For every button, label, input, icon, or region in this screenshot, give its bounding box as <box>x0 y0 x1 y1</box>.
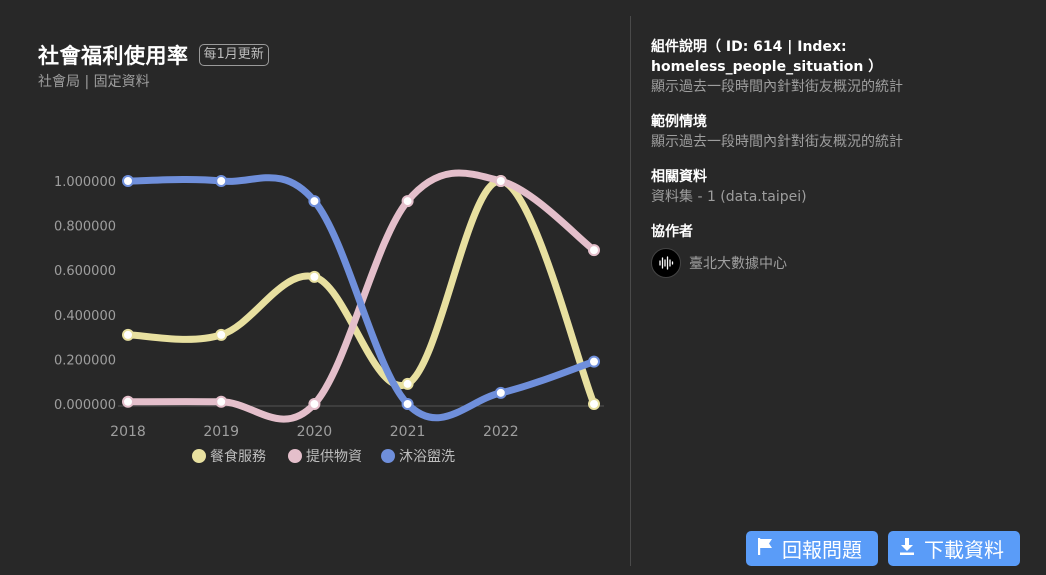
report-issue-button[interactable]: 回報問題 <box>746 531 878 566</box>
download-data-label: 下載資料 <box>924 538 1004 562</box>
data-point <box>308 195 321 208</box>
data-point <box>122 175 134 187</box>
data-point <box>122 395 134 408</box>
related-data-link[interactable]: 資料集 - 1 (data.taipei) <box>651 187 1031 207</box>
data-point <box>494 386 507 399</box>
report-issue-label: 回報問題 <box>782 538 862 562</box>
data-point <box>215 175 228 187</box>
download-icon <box>896 535 918 562</box>
x-tick-label: 2018 <box>110 424 146 440</box>
data-point <box>215 328 228 341</box>
y-tick-label: 1.000000 <box>54 175 116 190</box>
component-info-section: 組件說明（ ID: 614 | Index: homeless_people_s… <box>651 37 1031 97</box>
info-sidebar: 組件說明（ ID: 614 | Index: homeless_people_s… <box>651 37 1031 293</box>
legend-marker <box>288 449 302 463</box>
y-tick-label: 0.200000 <box>54 353 116 368</box>
scenario-section: 範例情境 顯示過去一段時間內針對街友概況的統計 <box>651 112 1031 152</box>
data-point <box>308 398 321 410</box>
legend-label: 提供物資 <box>306 449 362 465</box>
series-line <box>124 177 598 408</box>
legend-label: 沐浴盥洗 <box>399 449 455 465</box>
data-point <box>588 244 600 257</box>
component-info-title: 組件說明（ ID: 614 | Index: homeless_people_s… <box>651 39 883 75</box>
data-point <box>494 175 507 187</box>
data-point <box>588 355 600 368</box>
x-tick-label: 2022 <box>483 424 519 440</box>
data-point <box>401 377 414 390</box>
flag-icon <box>754 535 776 562</box>
contributor-logo-icon <box>651 248 681 278</box>
y-tick-label: 0.600000 <box>54 264 116 279</box>
x-tick-label: 2021 <box>390 424 426 440</box>
legend-marker <box>192 449 206 463</box>
x-tick-label: 2019 <box>203 424 239 440</box>
contributor-name: 臺北大數據中心 <box>689 256 787 272</box>
download-data-button[interactable]: 下載資料 <box>888 531 1020 566</box>
legend-label: 餐食服務 <box>210 448 266 465</box>
legend-marker <box>381 449 395 463</box>
data-point <box>122 328 134 341</box>
related-data-title: 相關資料 <box>651 169 707 185</box>
y-tick-label: 0.400000 <box>54 309 116 324</box>
line-chart: 0.000000 0.200000 0.400000 0.600000 0.800000… <box>54 169 604 465</box>
scenario-desc: 顯示過去一段時間內針對街友概況的統計 <box>651 134 903 150</box>
x-tick-label: 2020 <box>297 424 333 440</box>
related-data-section: 相關資料 資料集 - 1 (data.taipei) <box>651 167 1031 207</box>
data-point <box>401 398 414 410</box>
vertical-divider <box>630 16 631 566</box>
contributors-section: 協作者 臺北大數據中心 <box>651 222 1031 278</box>
component-info-desc: 顯示過去一段時間內針對街友概況的統計 <box>651 79 903 95</box>
scenario-title: 範例情境 <box>651 114 707 130</box>
data-point <box>215 395 228 408</box>
y-tick-label: 0.800000 <box>54 220 116 235</box>
contributors-title: 協作者 <box>651 224 693 240</box>
contributor-item[interactable]: 臺北大數據中心 <box>651 248 1031 278</box>
data-point <box>308 270 321 283</box>
data-point <box>588 398 600 410</box>
data-point <box>401 195 414 208</box>
y-tick-label: 0.000000 <box>54 398 116 413</box>
